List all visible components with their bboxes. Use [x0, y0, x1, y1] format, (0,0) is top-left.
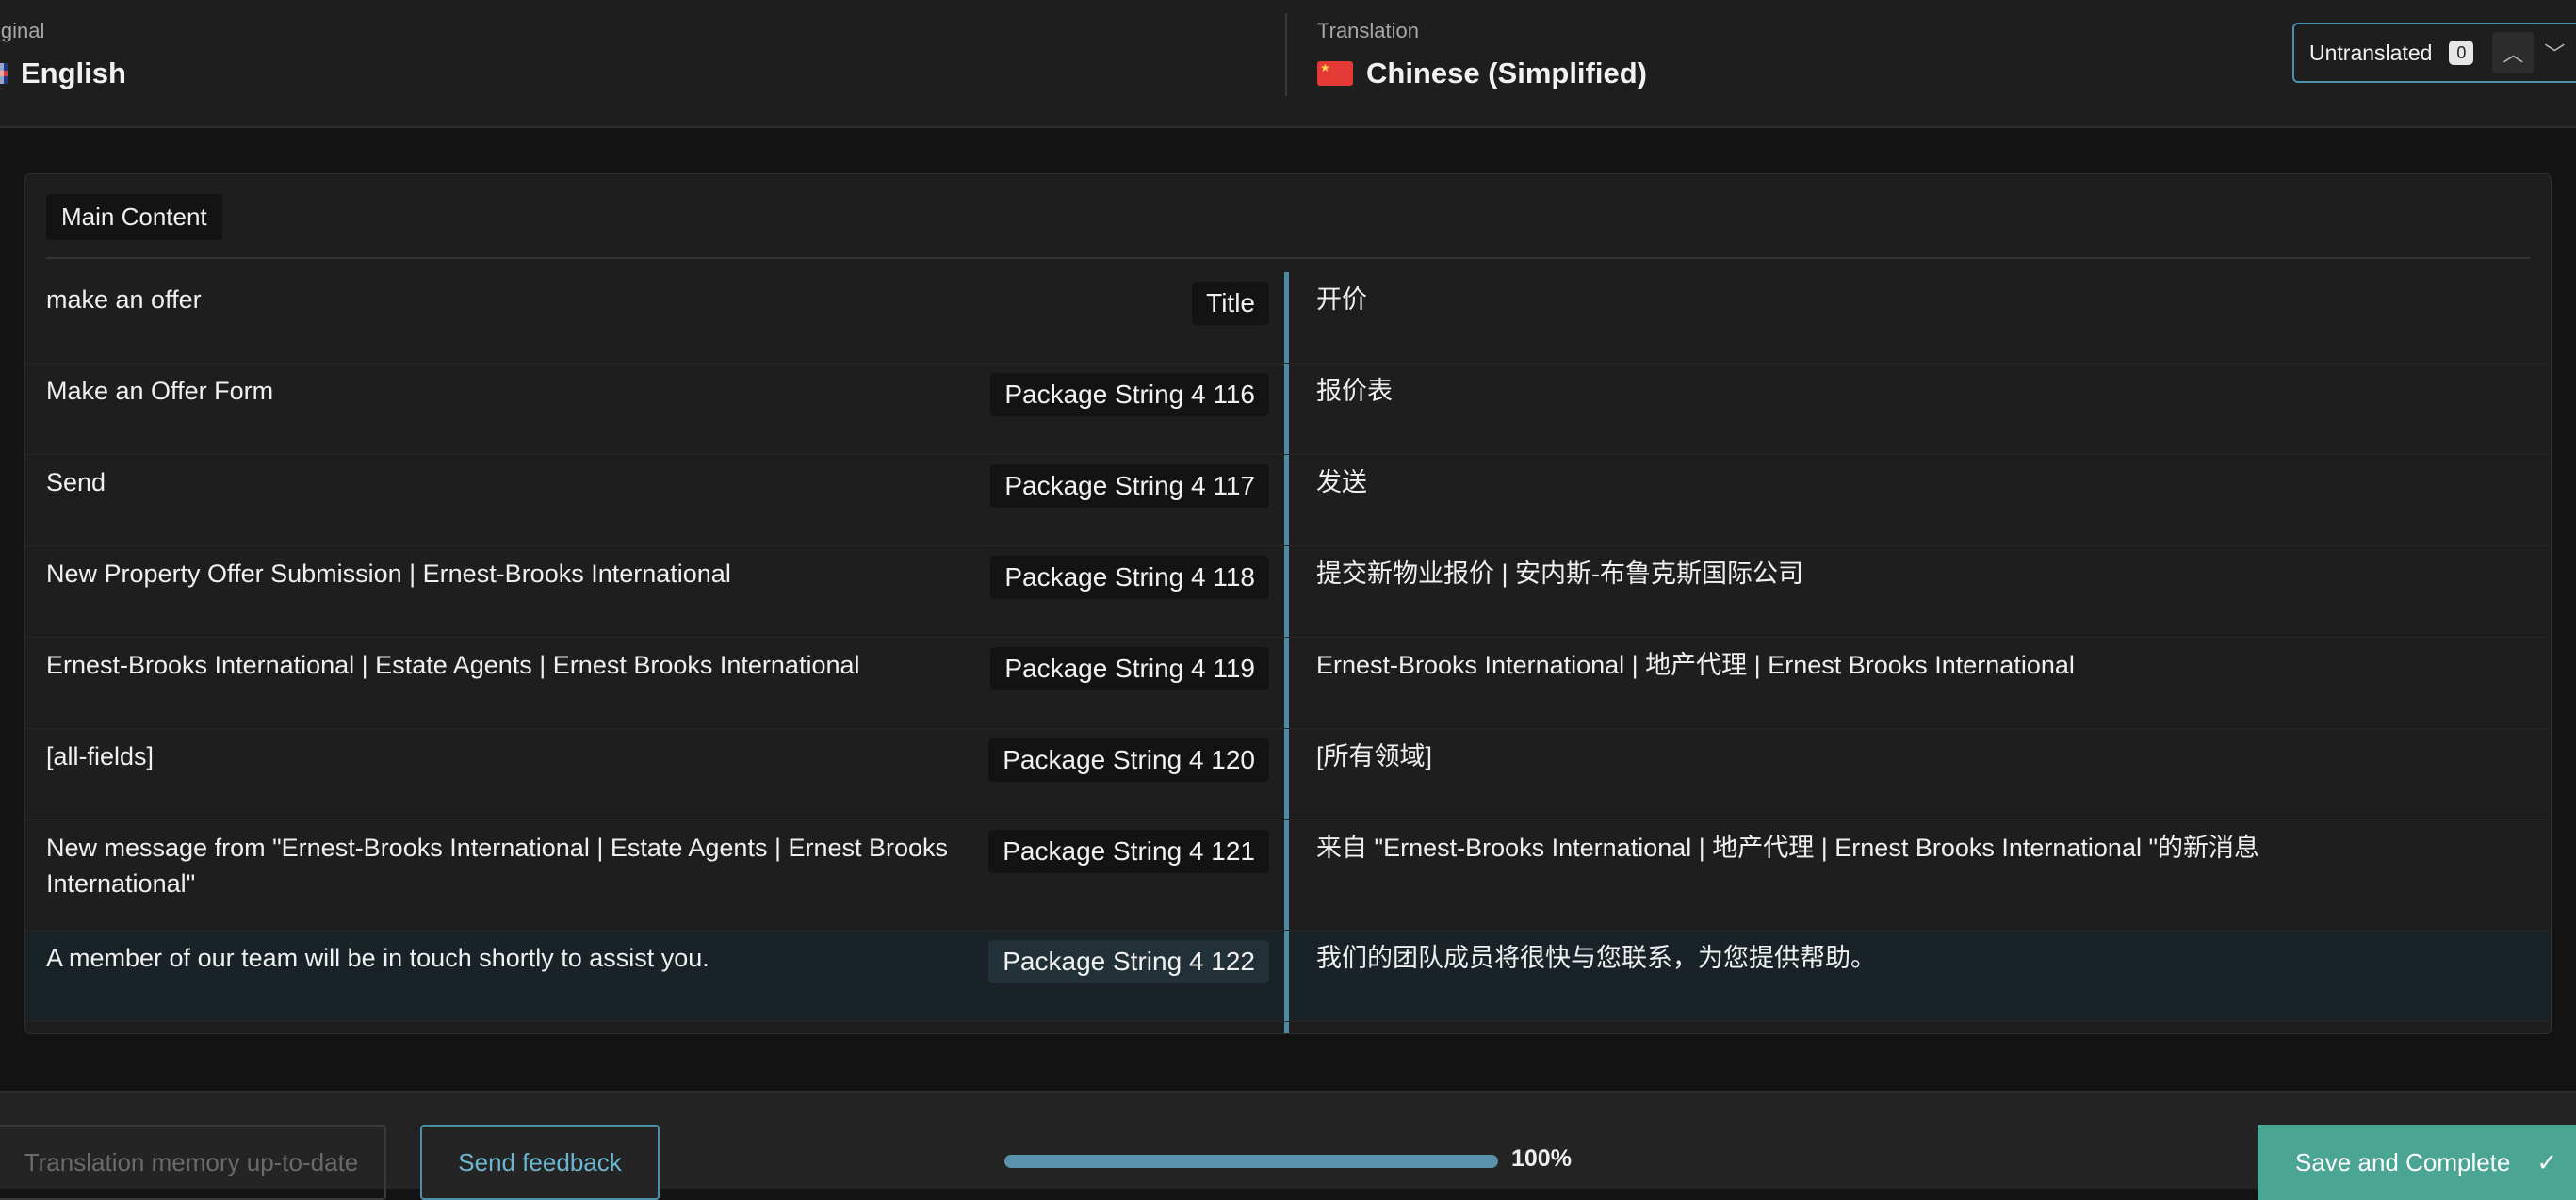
row-status-bar	[1284, 931, 1289, 1021]
chevron-up-icon[interactable]: ︿	[2492, 32, 2535, 73]
row-status-bar	[1284, 820, 1289, 930]
original-label: iginal	[0, 19, 45, 42]
original-text: make an offer	[46, 285, 202, 314]
translation-language-name: Chinese (Simplified)	[1366, 57, 1647, 89]
china-flag-icon	[1317, 61, 1353, 86]
section-title: Main Content	[46, 194, 222, 240]
string-key-tag: Package String 4 119	[990, 647, 1269, 690]
untranslated-filter[interactable]: Untranslated 0 ︿ ﹀	[2292, 23, 2576, 83]
save-and-complete-button[interactable]: Save and Complete ✓	[2258, 1125, 2576, 1200]
save-button-label: Save and Complete	[2295, 1147, 2511, 1176]
original-text: Make an Offer Form	[46, 377, 274, 405]
string-key-tag: Package String 4 122	[988, 940, 1269, 983]
translation-text[interactable]: Ernest-Brooks International | 地产代理 | Ern…	[1316, 647, 2522, 683]
string-key-tag: Package String 4 120	[988, 738, 1269, 782]
row-status-bar	[1284, 272, 1289, 363]
filter-label: Untranslated	[2309, 40, 2433, 65]
original-text: New Property Offer Submission | Ernest-B…	[46, 559, 731, 588]
translation-text[interactable]: [所有领域]	[1316, 738, 2522, 774]
original-language-name: English	[21, 57, 126, 89]
progress-bar	[1004, 1155, 1498, 1168]
translation-text[interactable]: 开价	[1316, 282, 2522, 317]
original-text: [all-fields]	[46, 742, 155, 770]
row-status-bar	[1284, 729, 1289, 819]
string-key-tag: Package String 4 116	[990, 373, 1269, 416]
row-status-bar	[1284, 546, 1289, 637]
string-list: make an offer Title 开价 Make an Offer For…	[25, 272, 2551, 1033]
translation-text[interactable]: 报价表	[1316, 373, 2522, 409]
chevron-down-icon[interactable]: ﹀	[2534, 32, 2575, 73]
section-divider	[46, 257, 2530, 259]
row-status-bar	[1284, 364, 1289, 454]
string-row[interactable]: make an offer Title 开价	[25, 272, 2551, 364]
translation-text[interactable]: 来自 "Ernest-Brooks International | 地产代理 |…	[1316, 830, 2522, 866]
string-row[interactable]	[25, 1022, 2551, 1033]
string-row-selected[interactable]: A member of our team will be in touch sh…	[25, 931, 2551, 1022]
check-icon: ✓	[2536, 1147, 2558, 1176]
original-text: New message from "Ernest-Brooks Internat…	[46, 834, 949, 898]
row-status-bar	[1284, 1022, 1289, 1033]
original-language: English	[0, 57, 126, 90]
string-row[interactable]: Ernest-Brooks International | Estate Age…	[25, 638, 2551, 729]
header-divider	[1285, 13, 1287, 96]
row-status-bar	[1284, 638, 1289, 728]
row-status-bar	[1284, 455, 1289, 545]
translation-label: Translation	[1317, 19, 1420, 42]
original-text: Send	[46, 468, 106, 496]
string-key-tag: Title	[1192, 282, 1269, 325]
original-text: A member of our team will be in touch sh…	[46, 944, 709, 972]
translation-language: Chinese (Simplified)	[1317, 57, 1647, 90]
translation-text[interactable]: 我们的团队成员将很快与您联系，为您提供帮助。	[1316, 940, 2522, 976]
strings-panel: Main Content make an offer Title 开价 Make…	[24, 173, 2552, 1034]
translation-memory-status: Translation memory up-to-date	[0, 1125, 386, 1200]
string-row[interactable]: Send Package String 4 117 发送	[25, 455, 2551, 546]
string-row[interactable]: Make an Offer Form Package String 4 116 …	[25, 364, 2551, 455]
string-key-tag: Package String 4 118	[990, 556, 1269, 599]
string-key-tag: Package String 4 117	[990, 464, 1269, 508]
progress-fill	[1004, 1155, 1498, 1168]
string-row[interactable]: New Property Offer Submission | Ernest-B…	[25, 546, 2551, 638]
string-row[interactable]: New message from "Ernest-Brooks Internat…	[25, 820, 2551, 931]
string-key-tag: Package String 4 121	[988, 830, 1269, 873]
send-feedback-button[interactable]: Send feedback	[420, 1125, 660, 1200]
editor-header: iginal English Translation Chinese (Simp…	[0, 0, 2576, 128]
original-text: Ernest-Brooks International | Estate Age…	[46, 651, 860, 679]
translation-text[interactable]: 提交新物业报价 | 安内斯-布鲁克斯国际公司	[1316, 556, 2522, 592]
translation-text[interactable]: 发送	[1316, 464, 2522, 500]
progress-percent: 100%	[1511, 1145, 1572, 1172]
uk-flag-icon	[0, 63, 8, 84]
untranslated-count-badge: 0	[2449, 41, 2474, 65]
string-row[interactable]: [all-fields] Package String 4 120 [所有领域]	[25, 729, 2551, 820]
editor-footer: Translation memory up-to-date Send feedb…	[0, 1091, 2576, 1200]
